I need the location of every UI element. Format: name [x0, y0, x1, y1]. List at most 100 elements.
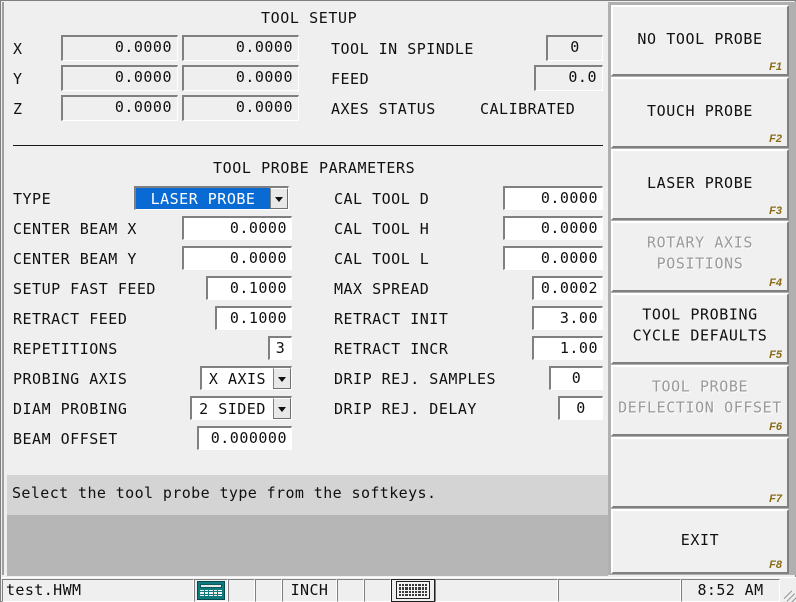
softkey-label: TOOL PROBE DEFLECTION OFFSET	[618, 377, 782, 417]
setup-fast-feed-input[interactable]: 0.1000	[206, 276, 292, 300]
cal-tool-h-input[interactable]: 0.0000	[503, 216, 603, 240]
statusbar-time: 8:52 AM	[697, 581, 764, 599]
probe-type-dropdown[interactable]: LASER PROBE	[134, 186, 289, 210]
chevron-down-icon[interactable]	[273, 398, 291, 419]
setup-fast-feed-label: SETUP FAST FEED	[13, 280, 156, 298]
retract-feed-input[interactable]: 0.1000	[215, 306, 292, 330]
resize-grip-icon[interactable]	[780, 582, 796, 598]
max-spread-input[interactable]: 0.0002	[532, 276, 603, 300]
type-label: TYPE	[13, 190, 52, 208]
chevron-down-icon[interactable]	[270, 188, 288, 209]
axis-label-z: Z	[13, 100, 23, 118]
statusbar-filename: test.HWM	[6, 581, 82, 599]
softkey-exit[interactable]: EXIT F8	[611, 509, 789, 574]
keyboard-icon[interactable]	[396, 581, 430, 599]
calculator-screen	[200, 583, 222, 588]
axis-work-x: 0.0000	[182, 35, 299, 61]
softkey-fkey: F5	[769, 349, 782, 361]
beam-offset-label: BEAM OFFSET	[13, 430, 118, 448]
repetitions-label: REPETITIONS	[13, 340, 118, 358]
axes-status-value: CALIBRATED	[480, 100, 576, 118]
cal-tool-h-label: CAL TOOL H	[334, 220, 430, 238]
center-beam-y-input[interactable]: 0.0000	[182, 246, 292, 270]
feed-label: FEED	[331, 70, 370, 88]
softkey-fkey: F2	[769, 133, 782, 145]
statusbar-units: INCH	[290, 581, 329, 599]
status-message: Select the tool probe type from the soft…	[12, 484, 437, 502]
probing-axis-label: PROBING AXIS	[13, 370, 128, 388]
section-divider	[13, 145, 603, 146]
softkey-fkey: F3	[769, 205, 782, 217]
beam-offset-input[interactable]: 0.000000	[197, 426, 292, 450]
diam-probing-label: DIAM PROBING	[13, 400, 128, 418]
status-bar: test.HWM INCH 8:52 AM	[2, 577, 796, 602]
drip-rej-samples-label: DRIP REJ. SAMPLES	[334, 370, 497, 388]
drip-rej-delay-input[interactable]: 0	[558, 396, 603, 420]
statusbar-cell-6	[364, 578, 391, 602]
softkey-no-tool-probe[interactable]: NO TOOL PROBE F1	[611, 5, 789, 76]
retract-incr-input[interactable]: 1.00	[532, 336, 603, 360]
keyboard-keys	[399, 584, 427, 596]
softkey-tool-probing-cycle-defaults[interactable]: TOOL PROBING CYCLE DEFAULTS F5	[611, 293, 789, 364]
repetitions-input[interactable]: 3	[268, 336, 292, 360]
softkey-label: ROTARY AXIS POSITIONS	[647, 233, 753, 273]
axis-machine-x: 0.0000	[61, 35, 178, 61]
statusbar-calculator-cell[interactable]	[194, 578, 228, 602]
softkey-label: NO TOOL PROBE	[637, 29, 763, 48]
tool-setup-window: TOOL SETUP X 0.0000 0.0000 Y 0.0000 0.00…	[0, 0, 796, 602]
statusbar-cell-9	[558, 578, 681, 602]
probing-axis-dropdown[interactable]: X AXIS	[200, 366, 292, 390]
softkey-panel: NO TOOL PROBE F1 TOUCH PROBE F2 LASER PR…	[608, 2, 796, 575]
cal-tool-l-label: CAL TOOL L	[334, 250, 430, 268]
softkey-tool-probe-deflection-offset[interactable]: TOOL PROBE DEFLECTION OFFSET F6	[611, 365, 789, 436]
softkey-laser-probe[interactable]: LASER PROBE F3	[611, 149, 789, 220]
axis-label-x: X	[13, 40, 23, 58]
drip-rej-samples-input[interactable]: 0	[549, 366, 603, 390]
softkey-fkey: F4	[769, 277, 782, 289]
diam-probing-dropdown[interactable]: 2 SIDED	[190, 396, 292, 420]
softkey-fkey: F6	[769, 421, 782, 433]
calculator-icon[interactable]	[197, 580, 225, 600]
axis-label-y: Y	[13, 70, 23, 88]
message-band: Select the tool probe type from the soft…	[7, 475, 608, 515]
cal-tool-d-input[interactable]: 0.0000	[503, 186, 603, 210]
softkey-fkey: F1	[769, 61, 782, 73]
retract-init-label: RETRACT INIT	[334, 310, 449, 328]
main-panel: TOOL SETUP X 0.0000 0.0000 Y 0.0000 0.00…	[2, 2, 608, 576]
feed-value: 0.0	[534, 65, 603, 91]
statusbar-cell-3	[255, 578, 282, 602]
calculator-keys	[200, 589, 222, 597]
axes-status-label: AXES STATUS	[331, 100, 436, 118]
tool-in-spindle-label: TOOL IN SPINDLE	[331, 40, 474, 58]
axis-machine-y: 0.0000	[61, 65, 178, 91]
softkey-empty-f7[interactable]: F7	[611, 437, 789, 508]
softkey-rotary-axis-positions[interactable]: ROTARY AXIS POSITIONS F4	[611, 221, 789, 292]
statusbar-cell-2	[228, 578, 255, 602]
center-beam-x-input[interactable]: 0.0000	[182, 216, 292, 240]
probing-axis-value: X AXIS	[208, 370, 267, 388]
retract-feed-label: RETRACT FEED	[13, 310, 128, 328]
tool-setup-title: TOOL SETUP	[261, 9, 358, 27]
center-beam-x-label: CENTER BEAM X	[13, 220, 137, 238]
softkey-label: EXIT	[680, 530, 720, 549]
drip-rej-delay-label: DRIP REJ. DELAY	[334, 400, 477, 418]
max-spread-label: MAX SPREAD	[334, 280, 430, 298]
softkey-touch-probe[interactable]: TOUCH PROBE F2	[611, 77, 789, 148]
softkey-fkey: F7	[769, 493, 782, 505]
center-beam-y-label: CENTER BEAM Y	[13, 250, 137, 268]
softkey-fkey: F8	[769, 559, 782, 571]
cal-tool-l-input[interactable]: 0.0000	[503, 246, 603, 270]
softkey-label: TOUCH PROBE	[647, 101, 753, 120]
softkey-label: TOOL PROBING CYCLE DEFAULTS	[632, 305, 768, 345]
cal-tool-d-label: CAL TOOL D	[334, 190, 430, 208]
statusbar-cell-5	[337, 578, 364, 602]
tool-in-spindle-value: 0	[546, 35, 603, 61]
statusbar-keyboard-cell[interactable]	[391, 578, 435, 602]
probe-type-value: LASER PROBE	[150, 190, 256, 208]
retract-incr-label: RETRACT INCR	[334, 340, 449, 358]
chevron-down-icon[interactable]	[273, 368, 291, 389]
retract-init-input[interactable]: 3.00	[532, 306, 603, 330]
axis-work-y: 0.0000	[182, 65, 299, 91]
statusbar-units-cell[interactable]: INCH	[282, 578, 337, 602]
axis-machine-z: 0.0000	[61, 95, 178, 121]
